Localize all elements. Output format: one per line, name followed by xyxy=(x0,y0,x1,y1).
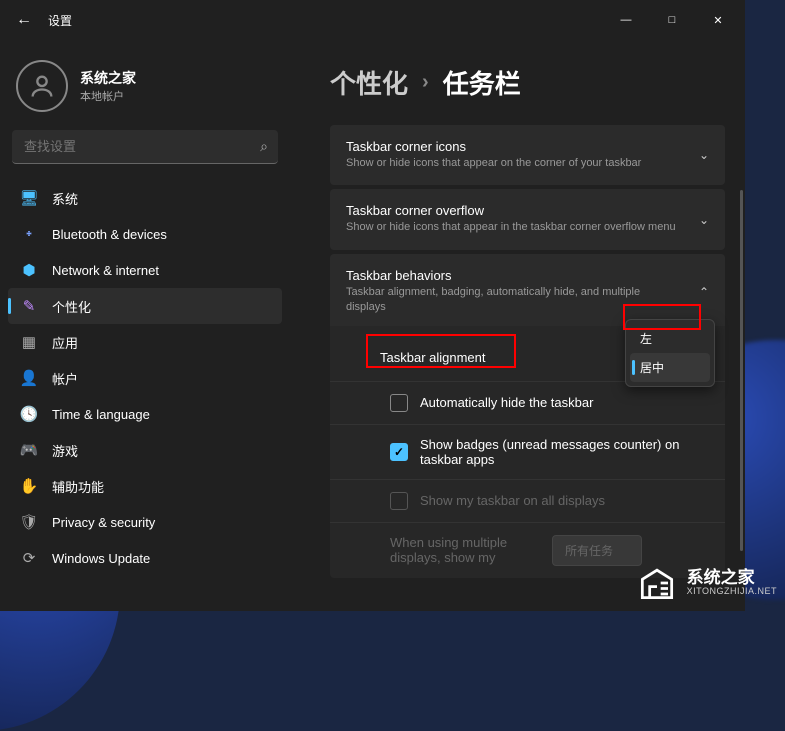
app-title: 设置 xyxy=(48,12,72,29)
nav-icon: ✋ xyxy=(20,477,38,495)
nav-icon: 🎮 xyxy=(20,441,38,459)
sidebar-item-label: Privacy & security xyxy=(52,515,155,530)
sidebar-item-2[interactable]: ⬢ Network & internet xyxy=(8,252,282,288)
sidebar-item-label: 应用 xyxy=(52,333,78,352)
sidebar-item-6[interactable]: 🕓 Time & language xyxy=(8,396,282,432)
nav-icon: ✎ xyxy=(20,297,38,315)
sidebar-item-label: 辅助功能 xyxy=(52,477,104,496)
user-profile[interactable]: 系统之家 本地帐户 xyxy=(8,52,282,128)
sidebar-item-label: Time & language xyxy=(52,407,150,422)
sidebar-item-0[interactable]: 🖥 系统 xyxy=(8,180,282,216)
breadcrumb-current: 任务栏 xyxy=(443,64,521,101)
nav-icon: ᛭ xyxy=(20,226,38,243)
breadcrumb: 个性化 › 任务栏 xyxy=(330,64,725,101)
close-button[interactable]: ✕ xyxy=(695,0,741,40)
sidebar-item-1[interactable]: ᛭ Bluetooth & devices xyxy=(8,216,282,252)
row-alignment: Taskbar alignment 左 居中 xyxy=(330,330,725,381)
nav-icon: ⬢ xyxy=(20,261,38,279)
sidebar-item-5[interactable]: 👤 帐户 xyxy=(8,360,282,396)
chevron-down-icon: ⌄ xyxy=(699,213,709,227)
sidebar-item-label: Network & internet xyxy=(52,263,159,278)
behaviors-body: Taskbar alignment 左 居中 Automatically hid… xyxy=(330,326,725,578)
sidebar-item-3[interactable]: ✎ 个性化 xyxy=(8,288,282,324)
search-input[interactable] xyxy=(12,130,278,164)
chevron-right-icon: › xyxy=(422,71,429,94)
alignment-option-center[interactable]: 居中 xyxy=(630,353,710,382)
search-wrap: ⌕ xyxy=(12,130,278,164)
nav-icon: 🛡 xyxy=(20,513,38,531)
sidebar-item-label: 游戏 xyxy=(52,441,78,460)
user-name: 系统之家 xyxy=(80,68,136,88)
back-button[interactable]: ← xyxy=(4,0,44,40)
scrollbar[interactable] xyxy=(740,190,743,551)
main-panel: 个性化 › 任务栏 Taskbar corner icons Show or h… xyxy=(290,40,745,611)
sidebar-item-9[interactable]: 🛡 Privacy & security xyxy=(8,504,282,540)
checkbox-autohide[interactable] xyxy=(390,394,408,412)
nav-icon: ▦ xyxy=(20,333,38,351)
chevron-up-icon: ⌃ xyxy=(699,285,709,299)
user-subtitle: 本地帐户 xyxy=(80,88,136,104)
sidebar-item-8[interactable]: ✋ 辅助功能 xyxy=(8,468,282,504)
checkbox-all-displays xyxy=(390,492,408,510)
sidebar-item-label: 帐户 xyxy=(52,369,78,388)
avatar xyxy=(16,60,68,112)
nav-icon: 🖥 xyxy=(20,189,38,207)
nav-icon: ⟳ xyxy=(20,549,38,567)
alignment-dropdown-menu: 左 居中 xyxy=(625,319,715,387)
sidebar-item-label: 系统 xyxy=(52,189,78,208)
maximize-button[interactable]: □ xyxy=(649,0,695,40)
watermark-logo-icon xyxy=(635,561,679,605)
sidebar-item-7[interactable]: 🎮 游戏 xyxy=(8,432,282,468)
search-icon: ⌕ xyxy=(260,138,268,155)
sidebar-item-10[interactable]: ⟳ Windows Update xyxy=(8,540,282,576)
breadcrumb-parent[interactable]: 个性化 xyxy=(330,64,408,101)
minimize-button[interactable]: — xyxy=(603,0,649,40)
nav-icon: 🕓 xyxy=(20,405,38,423)
sidebar-item-label: 个性化 xyxy=(52,297,91,316)
nav-icon: 👤 xyxy=(20,369,38,387)
sidebar-item-label: Bluetooth & devices xyxy=(52,227,167,242)
watermark: 系统之家 XITONGZHIJIA.NET xyxy=(635,561,777,605)
card-corner-icons[interactable]: Taskbar corner icons Show or hide icons … xyxy=(330,125,725,185)
card-corner-overflow[interactable]: Taskbar corner overflow Show or hide ico… xyxy=(330,189,725,249)
row-badges[interactable]: Show badges (unread messages counter) on… xyxy=(330,424,725,479)
chevron-down-icon: ⌄ xyxy=(699,148,709,162)
settings-window: ← 设置 — □ ✕ 系统之家 本地帐户 ⌕ xyxy=(0,0,745,611)
alignment-option-left[interactable]: 左 xyxy=(630,324,710,353)
sidebar-item-label: Windows Update xyxy=(52,551,150,566)
checkbox-badges[interactable] xyxy=(390,443,408,461)
row-all-displays: Show my taskbar on all displays xyxy=(330,479,725,522)
titlebar: ← 设置 — □ ✕ xyxy=(0,0,745,40)
sidebar-item-4[interactable]: ▦ 应用 xyxy=(8,324,282,360)
multi-dropdown: 所有任务 xyxy=(552,535,642,566)
sidebar: 系统之家 本地帐户 ⌕ 🖥 系统 ᛭ Bluetooth & devices ⬢ Netw… xyxy=(0,40,290,611)
